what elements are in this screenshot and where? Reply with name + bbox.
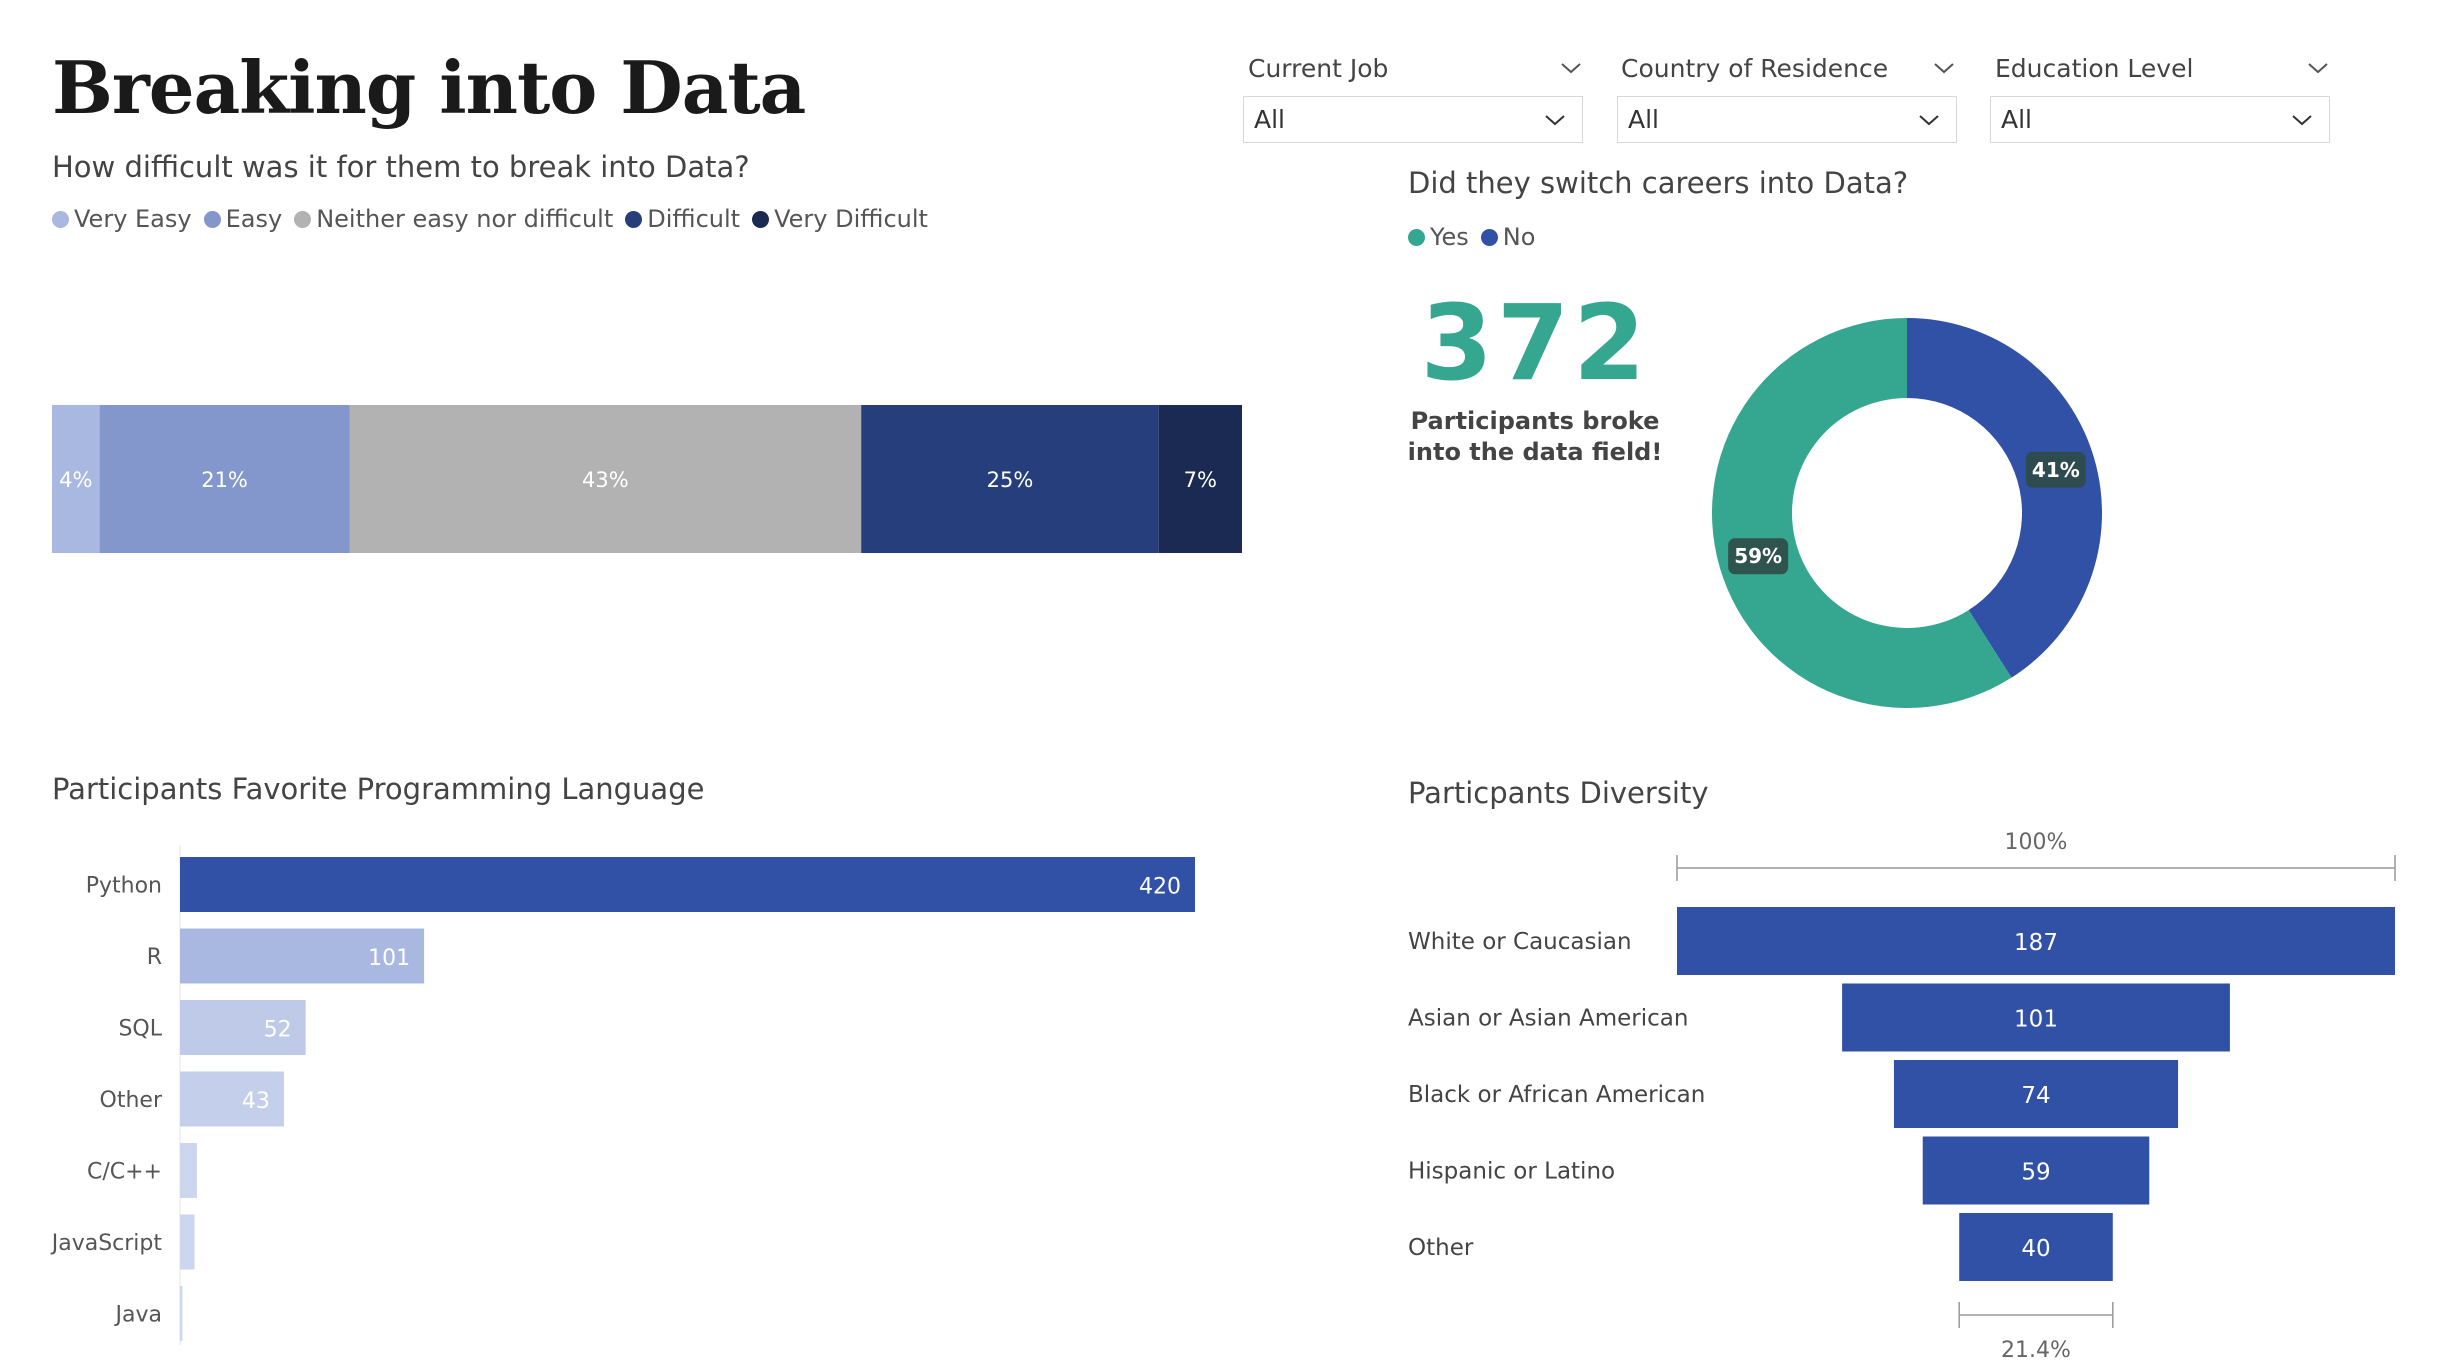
filter-education[interactable]: Education Level	[1995, 48, 2329, 88]
kpi-label-line2: into the data field!	[1407, 438, 1663, 466]
page-title: Breaking into Data	[52, 45, 806, 130]
languages-subtitle: Participants Favorite Programming Langua…	[52, 772, 705, 806]
category-label: SQL	[118, 1017, 162, 1042]
difficulty-data-label: 4%	[59, 468, 92, 492]
legend-swatch	[294, 210, 312, 228]
bar-c-c	[180, 1143, 197, 1198]
funnel-category-label: Asian or Asian American	[1408, 1006, 1688, 1032]
category-label: Python	[86, 874, 162, 899]
filter-current-job[interactable]: Current Job	[1248, 48, 1582, 88]
bar-python	[180, 857, 1195, 912]
funnel-top-percent: 100%	[2005, 830, 2068, 855]
kpi-label-line1: Participants broke	[1410, 407, 1660, 435]
switch-subtitle: Did they switch careers into Data?	[1408, 166, 1909, 200]
bar-javascript	[180, 1214, 195, 1270]
funnel-data-label: 59	[2021, 1160, 2050, 1186]
filter-country[interactable]: Country of Residence	[1621, 48, 1955, 88]
category-label: R	[147, 945, 162, 970]
current-job-select-value: All	[1254, 105, 1285, 134]
legend-label: Easy	[225, 205, 283, 233]
chevron-down-icon[interactable]	[1933, 61, 1955, 75]
svg-text:59%: 59%	[1734, 544, 1782, 568]
difficulty-data-label: 21%	[201, 468, 248, 492]
legend-label: Neither easy nor difficult	[316, 205, 614, 233]
category-label: Other	[100, 1088, 163, 1113]
legend-label: Very Difficult	[774, 205, 928, 233]
switch-donut-chart: 41% 59%	[1712, 318, 2102, 708]
education-select[interactable]: All	[1990, 96, 2330, 143]
chevron-down-icon	[2292, 114, 2312, 125]
donut-data-label: 59%	[1728, 538, 1789, 575]
legend-swatch	[1480, 228, 1498, 246]
diversity-subtitle: Particpants Diversity	[1408, 776, 1709, 810]
difficulty-data-label: 43%	[582, 468, 629, 492]
chevron-down-icon[interactable]	[1560, 61, 1582, 75]
switch-legend-no: No	[1480, 223, 1536, 251]
legend-swatch	[625, 210, 643, 228]
difficulty-legend: Very Easy Easy Neither easy nor difficult D…	[52, 205, 940, 233]
difficulty-data-label: 25%	[987, 468, 1034, 492]
kpi-value: 372	[1420, 282, 1650, 404]
country-select-value: All	[1628, 105, 1659, 134]
kpi-card: 372 Participants broke into the data fie…	[1400, 282, 1670, 468]
funnel-category-label: White or Caucasian	[1408, 929, 1632, 955]
bar-data-label: 52	[264, 1018, 292, 1043]
bar-data-label: 43	[242, 1089, 270, 1114]
education-select-value: All	[2001, 105, 2032, 134]
current-job-select[interactable]: All	[1243, 96, 1583, 143]
difficulty-stacked-bar-chart: 4% 21% 43% 25% 7%	[52, 405, 1242, 553]
svg-text:41%: 41%	[2032, 458, 2080, 482]
filter-current-job-label: Current Job	[1248, 53, 1389, 83]
funnel-category-label: Hispanic or Latino	[1408, 1159, 1615, 1185]
chevron-down-icon[interactable]	[2307, 61, 2329, 75]
category-label: C/C++	[87, 1160, 162, 1185]
difficulty-legend-neither-easy-nor-difficult: Neither easy nor difficult	[294, 205, 613, 233]
filter-country-label: Country of Residence	[1621, 53, 1889, 83]
languages-bar-chart: Python 420 R 101 SQL 52 Other 43 C/C++ JavaScript…	[50, 845, 1195, 1345]
funnel-category-label: Black or African American	[1408, 1082, 1705, 1108]
difficulty-legend-easy: Easy	[203, 205, 283, 233]
legend-swatch	[52, 210, 69, 228]
chevron-down-icon	[1545, 114, 1565, 125]
bar-data-label: 420	[1139, 875, 1181, 900]
switch-legend: Yes No	[1408, 223, 1547, 251]
funnel-data-label: 187	[2014, 930, 2058, 956]
chevron-down-icon	[1919, 114, 1939, 125]
difficulty-legend-very-easy: Very Easy	[52, 205, 192, 233]
funnel-bottom-percent: 21.4%	[2001, 1338, 2071, 1363]
funnel-data-label: 40	[2021, 1236, 2050, 1262]
legend-swatch	[203, 210, 221, 228]
category-label: Java	[114, 1303, 162, 1328]
bar-java	[180, 1286, 183, 1341]
legend-label: No	[1502, 223, 1536, 251]
country-select[interactable]: All	[1617, 96, 1957, 143]
donut-slice-no	[1907, 318, 2102, 678]
category-label: JavaScript	[50, 1231, 163, 1256]
difficulty-legend-difficult: Difficult	[625, 205, 740, 233]
legend-swatch	[752, 210, 770, 228]
legend-label: Very Easy	[74, 205, 192, 233]
donut-data-label: 41%	[2025, 451, 2086, 488]
bar-data-label: 101	[368, 946, 410, 971]
legend-swatch	[1408, 228, 1425, 246]
funnel-data-label: 74	[2021, 1083, 2050, 1109]
switch-legend-yes: Yes	[1408, 223, 1469, 251]
diversity-funnel-chart: 100% White or Caucasian 187 Asian or Asian …	[1408, 830, 2396, 1363]
funnel-category-label: Other	[1408, 1235, 1474, 1261]
difficulty-legend-very-difficult: Very Difficult	[752, 205, 928, 233]
funnel-data-label: 101	[2014, 1007, 2058, 1033]
legend-label: Yes	[1430, 223, 1469, 251]
legend-label: Difficult	[647, 205, 741, 233]
filter-education-label: Education Level	[1995, 53, 2194, 83]
difficulty-subtitle: How difficult was it for them to break i…	[52, 150, 750, 184]
difficulty-data-label: 7%	[1184, 468, 1217, 492]
